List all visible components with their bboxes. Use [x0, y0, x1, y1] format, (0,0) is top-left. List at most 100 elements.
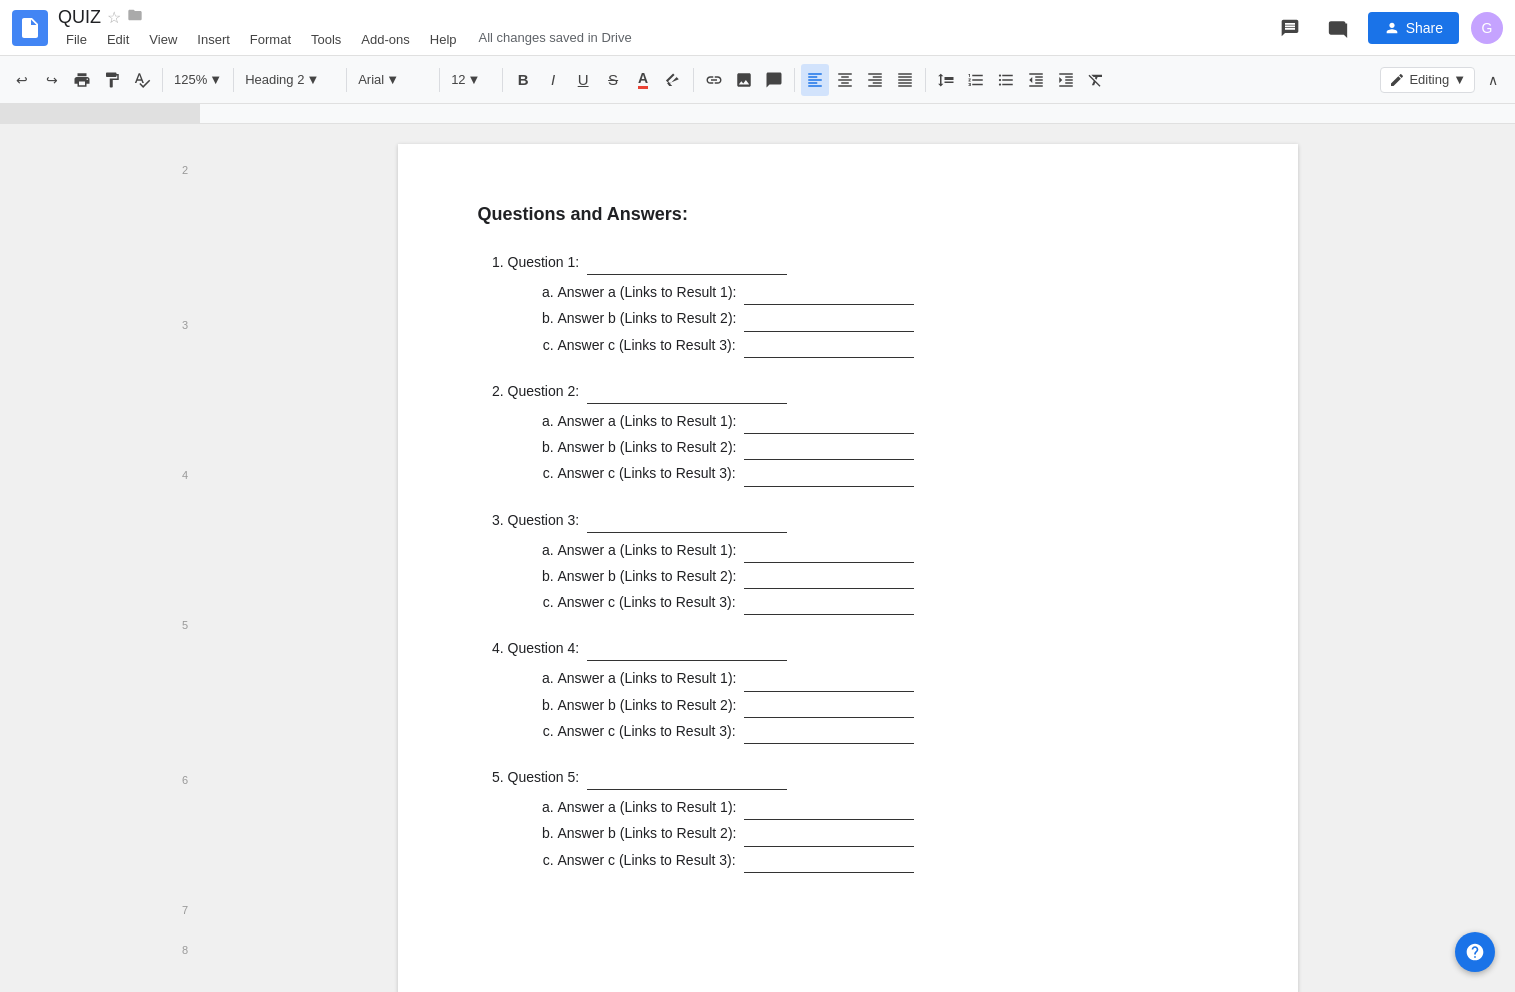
question-list: Question 1: Answer a (Links to Result 1)…: [478, 249, 1218, 873]
question-5-label: Question 5:: [508, 769, 788, 785]
menu-format[interactable]: Format: [242, 30, 299, 49]
expand-icon: ▼: [1453, 72, 1466, 87]
question-4-label: Question 4:: [508, 640, 788, 656]
toolbar-sep-7: [794, 68, 795, 92]
question-2-label: Question 2:: [508, 383, 788, 399]
doc-title[interactable]: QUIZ: [58, 7, 101, 28]
question-item-3: Question 3: Answer a (Links to Result 1)…: [508, 507, 1218, 616]
font-select[interactable]: Arial ▼: [353, 64, 433, 96]
highlight-button[interactable]: [659, 64, 687, 96]
answer-5b: Answer b (Links to Result 2):: [558, 820, 1218, 846]
question-item-2: Question 2: Answer a (Links to Result 1)…: [508, 378, 1218, 487]
answer-3c: Answer c (Links to Result 3):: [558, 589, 1218, 615]
print-button[interactable]: [68, 64, 96, 96]
folder-icon[interactable]: [127, 7, 143, 27]
bulleted-list-button[interactable]: [992, 64, 1020, 96]
line-spacing-button[interactable]: [932, 64, 960, 96]
chat-icon[interactable]: [1320, 10, 1356, 46]
fontsize-select[interactable]: 12 ▼: [446, 64, 496, 96]
menu-bar: File Edit View Insert Format Tools Add-o…: [58, 30, 1272, 49]
answer-5c: Answer c (Links to Result 3):: [558, 847, 1218, 873]
align-right-button[interactable]: [861, 64, 889, 96]
align-left-button[interactable]: [801, 64, 829, 96]
answer-1c: Answer c (Links to Result 3):: [558, 332, 1218, 358]
answer-list-4: Answer a (Links to Result 1): Answer b (…: [508, 665, 1218, 744]
clear-format-button[interactable]: [1082, 64, 1110, 96]
answer-1b: Answer b (Links to Result 2):: [558, 305, 1218, 331]
answer-list-1: Answer a (Links to Result 1): Answer b (…: [508, 279, 1218, 358]
toolbar-sep-3: [346, 68, 347, 92]
menu-insert[interactable]: Insert: [189, 30, 238, 49]
answer-4b: Answer b (Links to Result 2):: [558, 692, 1218, 718]
title-bar: QUIZ ☆ File Edit View Insert Format Tool…: [0, 0, 1515, 56]
page[interactable]: Questions and Answers: Question 1: Answe…: [398, 144, 1298, 992]
justify-button[interactable]: [891, 64, 919, 96]
menu-edit[interactable]: Edit: [99, 30, 137, 49]
menu-addons[interactable]: Add-ons: [353, 30, 417, 49]
ruler: [0, 104, 1515, 124]
answer-list-5: Answer a (Links to Result 1): Answer b (…: [508, 794, 1218, 873]
question-item-1: Question 1: Answer a (Links to Result 1)…: [508, 249, 1218, 358]
title-section: QUIZ ☆ File Edit View Insert Format Tool…: [58, 7, 1272, 49]
comment-button[interactable]: [760, 64, 788, 96]
toolbar-sep-6: [693, 68, 694, 92]
toolbar-sep-1: [162, 68, 163, 92]
image-button[interactable]: [730, 64, 758, 96]
collapse-toolbar-button[interactable]: ∧: [1479, 64, 1507, 96]
star-icon[interactable]: ☆: [107, 8, 121, 27]
underline-button[interactable]: U: [569, 64, 597, 96]
answer-list-3: Answer a (Links to Result 1): Answer b (…: [508, 537, 1218, 616]
saved-status: All changes saved in Drive: [479, 30, 632, 49]
menu-tools[interactable]: Tools: [303, 30, 349, 49]
explore-button-container: [1455, 932, 1495, 972]
question-1-label: Question 1:: [508, 254, 788, 270]
document-area: Questions and Answers: Question 1: Answe…: [200, 124, 1495, 992]
answer-5a: Answer a (Links to Result 1):: [558, 794, 1218, 820]
question-item-4: Question 4: Answer a (Links to Result 1)…: [508, 635, 1218, 744]
zoom-select[interactable]: 125% ▼: [169, 64, 227, 96]
doc-heading: Questions and Answers:: [478, 204, 1218, 225]
toolbar-sep-8: [925, 68, 926, 92]
menu-file[interactable]: File: [58, 30, 95, 49]
text-color-button[interactable]: A: [629, 64, 657, 96]
undo-button[interactable]: ↩: [8, 64, 36, 96]
toolbar: ↩ ↪ 125% ▼ Heading 2 ▼ Arial ▼ 12 ▼ B I …: [0, 56, 1515, 104]
bold-button[interactable]: B: [509, 64, 537, 96]
question-3-label: Question 3:: [508, 512, 788, 528]
spellcheck-button[interactable]: [128, 64, 156, 96]
align-center-button[interactable]: [831, 64, 859, 96]
toolbar-sep-5: [502, 68, 503, 92]
menu-help[interactable]: Help: [422, 30, 465, 49]
italic-button[interactable]: I: [539, 64, 567, 96]
strikethrough-button[interactable]: S: [599, 64, 627, 96]
answer-4c: Answer c (Links to Result 3):: [558, 718, 1218, 744]
answer-2a: Answer a (Links to Result 1):: [558, 408, 1218, 434]
style-select[interactable]: Heading 2 ▼: [240, 64, 340, 96]
answer-4a: Answer a (Links to Result 1):: [558, 665, 1218, 691]
main-area: 2 3 4 5 6 7 8 Questions and Answers: Que…: [0, 124, 1515, 992]
right-scrollbar-area: [1495, 124, 1515, 992]
comments-icon[interactable]: [1272, 10, 1308, 46]
numbered-list-button[interactable]: [962, 64, 990, 96]
toolbar-sep-4: [439, 68, 440, 92]
answer-2c: Answer c (Links to Result 3):: [558, 460, 1218, 486]
toolbar-sep-2: [233, 68, 234, 92]
answer-3b: Answer b (Links to Result 2):: [558, 563, 1218, 589]
decrease-indent-button[interactable]: [1022, 64, 1050, 96]
editing-mode-button[interactable]: Editing ▼: [1380, 67, 1475, 93]
toolbar-right: Editing ▼ ∧: [1380, 64, 1507, 96]
answer-3a: Answer a (Links to Result 1):: [558, 537, 1218, 563]
explore-button[interactable]: [1455, 932, 1495, 972]
answer-1a: Answer a (Links to Result 1):: [558, 279, 1218, 305]
answer-2b: Answer b (Links to Result 2):: [558, 434, 1218, 460]
redo-button[interactable]: ↪: [38, 64, 66, 96]
share-button[interactable]: Share: [1368, 12, 1459, 44]
increase-indent-button[interactable]: [1052, 64, 1080, 96]
menu-view[interactable]: View: [141, 30, 185, 49]
share-label: Share: [1406, 20, 1443, 36]
answer-list-2: Answer a (Links to Result 1): Answer b (…: [508, 408, 1218, 487]
user-avatar[interactable]: G: [1471, 12, 1503, 44]
paintformat-button[interactable]: [98, 64, 126, 96]
link-button[interactable]: [700, 64, 728, 96]
left-margin: 2 3 4 5 6 7 8: [0, 124, 200, 992]
